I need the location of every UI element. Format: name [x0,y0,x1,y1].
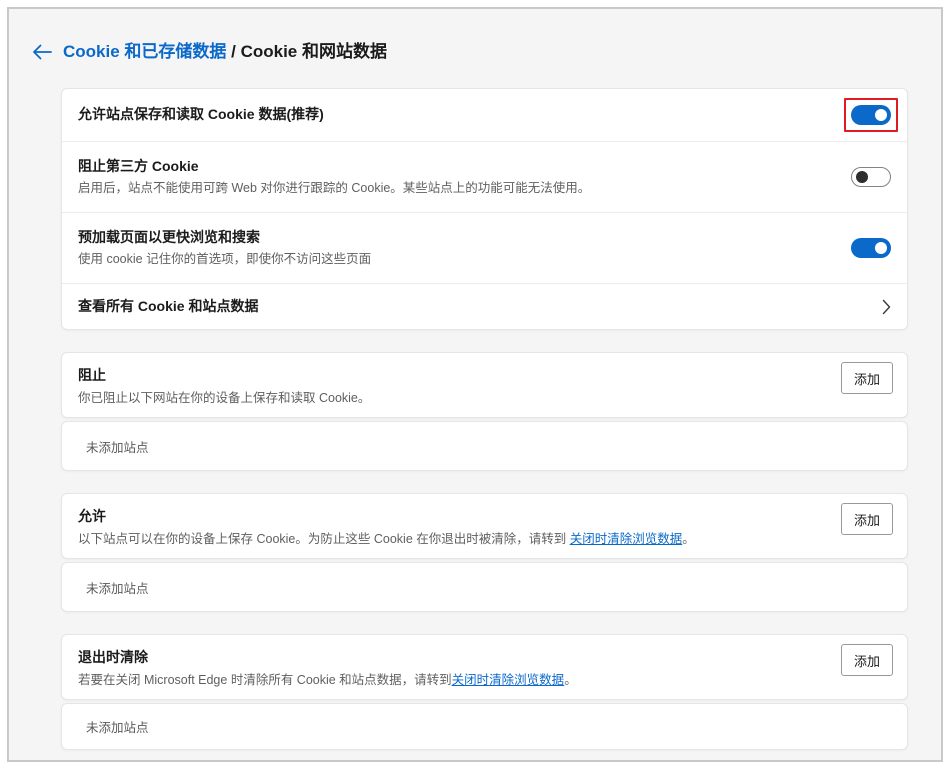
arrow-left-icon [31,43,53,66]
add-clear-on-exit-site-button[interactable]: 添加 [841,644,893,676]
highlight-annotation [844,98,898,132]
toggle-knob [856,171,868,183]
setting-row-block-third-party: 阻止第三方 Cookie 启用后，站点不能使用可跨 Web 对你进行跟踪的 Co… [62,141,907,213]
block-section-header: 阻止 你已阻止以下网站在你的设备上保存和读取 Cookie。 添加 [61,352,908,418]
cookie-settings-card: 允许站点保存和读取 Cookie 数据(推荐) 阻止第三方 Cookie 启用后… [61,88,908,330]
clear-on-close-link[interactable]: 关闭时清除浏览数据 [570,532,683,546]
add-blocked-site-button[interactable]: 添加 [841,362,893,394]
setting-label: 查看所有 Cookie 和站点数据 [78,297,870,316]
allow-cookies-toggle[interactable] [851,105,891,125]
clear-on-close-link[interactable]: 关闭时清除浏览数据 [452,673,565,687]
description-text: 以下站点可以在你的设备上保存 Cookie。为防止这些 Cookie 在你退出时… [78,532,570,546]
add-allowed-site-button[interactable]: 添加 [841,503,893,535]
allow-section-header: 允许 以下站点可以在你的设备上保存 Cookie。为防止这些 Cookie 在你… [61,493,908,559]
setting-label: 预加载页面以更快浏览和搜索 [78,228,851,247]
description-text: 。 [682,532,695,546]
setting-label: 允许站点保存和读取 Cookie 数据(推荐) [78,105,844,124]
section-title: 阻止 [78,366,891,385]
setting-row-preload-pages: 预加载页面以更快浏览和搜索 使用 cookie 记住你的首选项，即使你不访问这些… [62,212,907,283]
preload-pages-toggle[interactable] [851,238,891,258]
section-description: 若要在关闭 Microsoft Edge 时清除所有 Cookie 和站点数据，… [78,672,891,689]
section-description: 你已阻止以下网站在你的设备上保存和读取 Cookie。 [78,390,891,407]
description-text: 。 [564,673,577,687]
clear-on-exit-empty-row: 未添加站点 [61,703,908,750]
section-title: 允许 [78,507,891,526]
block-third-party-toggle[interactable] [851,167,891,187]
chevron-right-icon [882,299,891,315]
settings-page: Cookie 和已存储数据 / Cookie 和网站数据 允许站点保存和读取 C… [7,7,943,762]
description-text: 若要在关闭 Microsoft Edge 时清除所有 Cookie 和站点数据，… [78,673,452,687]
block-section-empty-row: 未添加站点 [61,421,908,471]
section-description: 以下站点可以在你的设备上保存 Cookie。为防止这些 Cookie 在你退出时… [78,531,891,548]
setting-row-allow-cookies: 允许站点保存和读取 Cookie 数据(推荐) [62,89,907,141]
setting-label: 阻止第三方 Cookie [78,157,851,176]
toggle-knob [875,109,887,121]
breadcrumb: Cookie 和已存储数据 / Cookie 和网站数据 [63,40,387,64]
clear-on-exit-section-header: 退出时清除 若要在关闭 Microsoft Edge 时清除所有 Cookie … [61,634,908,700]
allow-section-empty-row: 未添加站点 [61,562,908,612]
breadcrumb-separator: / [226,42,240,61]
see-all-cookies-row[interactable]: 查看所有 Cookie 和站点数据 [62,283,907,329]
setting-description: 使用 cookie 记住你的首选项，即使你不访问这些页面 [78,251,851,268]
toggle-knob [875,242,887,254]
empty-state-text: 未添加站点 [86,578,149,597]
back-button[interactable] [29,43,55,65]
page-title: Cookie 和网站数据 [241,42,387,61]
breadcrumb-parent-link[interactable]: Cookie 和已存储数据 [63,42,226,61]
setting-description: 启用后，站点不能使用可跨 Web 对你进行跟踪的 Cookie。某些站点上的功能… [78,180,851,197]
section-title: 退出时清除 [78,648,891,667]
empty-state-text: 未添加站点 [86,437,149,456]
empty-state-text: 未添加站点 [86,717,149,736]
